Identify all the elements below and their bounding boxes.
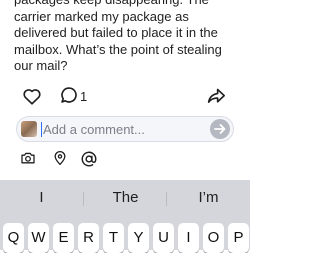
key-q[interactable]: Q: [3, 223, 24, 253]
key-i[interactable]: I: [178, 223, 199, 253]
suggestion-3[interactable]: I’m: [167, 189, 250, 206]
location-pin-icon[interactable]: [52, 150, 68, 171]
key-o[interactable]: O: [203, 223, 224, 253]
post-text: packages keep disappearing. The carrier …: [14, 0, 222, 73]
share-icon[interactable]: [206, 87, 226, 110]
key-u[interactable]: U: [153, 223, 174, 253]
post-actions: 1: [0, 86, 250, 108]
comment-input[interactable]: [43, 120, 203, 138]
comment-box[interactable]: [16, 116, 234, 142]
key-p[interactable]: P: [228, 223, 249, 253]
suggestion-1[interactable]: I: [0, 189, 83, 206]
key-e[interactable]: E: [53, 223, 74, 253]
suggestion-2[interactable]: The: [84, 189, 167, 206]
text-cursor: [41, 122, 42, 137]
key-row-top: Q W E R T Y U I O P: [3, 223, 253, 253]
reply-count: 1: [80, 89, 88, 104]
at-sign-icon[interactable]: [80, 150, 98, 173]
comment-bubble-icon[interactable]: [60, 86, 78, 109]
key-y[interactable]: Y: [128, 223, 149, 253]
camera-icon[interactable]: [20, 150, 36, 171]
key-r[interactable]: R: [78, 223, 99, 253]
heart-icon[interactable]: [22, 87, 42, 110]
key-w[interactable]: W: [28, 223, 49, 253]
send-button[interactable]: [210, 119, 230, 139]
avatar: [21, 121, 37, 137]
keyboard: I The I’m Q W E R T Y U I O P: [0, 180, 253, 253]
arrow-right-icon: [214, 124, 226, 134]
key-t[interactable]: T: [103, 223, 124, 253]
